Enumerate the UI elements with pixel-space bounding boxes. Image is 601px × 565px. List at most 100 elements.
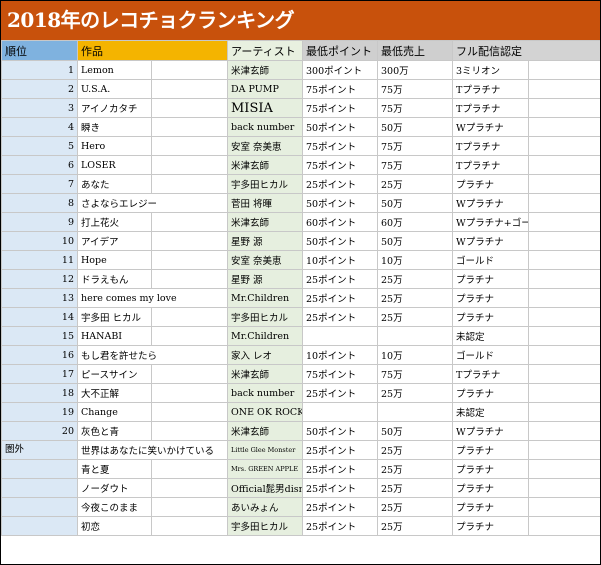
rank-cell: 16 [1, 345, 78, 365]
artist-cell: 宇多田ヒカル [227, 174, 303, 194]
rank-cell: 20 [1, 421, 78, 441]
cert-cell: プラチナ [452, 269, 529, 289]
rank-cell: 14 [1, 307, 78, 327]
table-row: 青と夏 Mrs. GREEN APPLE 25ポイント 25万 プラチナ [1, 459, 600, 479]
table-row: 10 アイデア 星野 源 50ポイント 50万 Wプラチナ [1, 231, 600, 251]
work-extra-cell [151, 250, 228, 270]
work-cell: 灰色と青 [77, 421, 152, 441]
table-row: 19 Change ONE OK ROCK 未認定 [1, 402, 600, 422]
points-cell: 25ポイント [302, 174, 378, 194]
cert-cell: プラチナ [452, 516, 529, 536]
cert-cell: Wプラチナ [452, 193, 529, 213]
work-extra-cell [151, 516, 228, 536]
artist-cell: 米津玄師 [227, 212, 303, 232]
artist-cell: Little Glee Monster [227, 440, 303, 460]
work-cell: ピースサイン [77, 364, 152, 384]
work-cell: 打上花火 [77, 212, 152, 232]
cert-extra-cell [528, 250, 600, 270]
cert-extra-cell [528, 98, 600, 118]
points-cell: 25ポイント [302, 478, 378, 498]
rank-cell: 8 [1, 193, 78, 213]
header-rank: 順位 [1, 40, 78, 61]
artist-cell: 家入 レオ [227, 345, 303, 365]
work-extra-cell [151, 269, 228, 289]
rank-cell [1, 497, 78, 517]
cert-extra-cell [528, 136, 600, 156]
points-cell: 25ポイント [302, 497, 378, 517]
artist-cell: 安室 奈美恵 [227, 250, 303, 270]
header-row: 順位 作品 アーティスト 最低ポイント 最低売上 フル配信認定 [1, 40, 600, 61]
work-extra-cell [151, 231, 228, 251]
artist-cell: 星野 源 [227, 269, 303, 289]
points-cell [302, 402, 378, 422]
artist-cell: 菅田 将暉 [227, 193, 303, 213]
points-cell: 25ポイント [302, 516, 378, 536]
points-cell: 50ポイント [302, 193, 378, 213]
cert-cell: プラチナ [452, 307, 529, 327]
table-row: 11 Hope 安室 奈美恵 10ポイント 10万 ゴールド [1, 250, 600, 270]
sales-cell: 75万 [377, 155, 453, 175]
artist-cell: 米津玄師 [227, 60, 303, 80]
sales-cell: 25万 [377, 478, 453, 498]
rank-cell: 1 [1, 60, 78, 80]
work-cell: ドラえもん [77, 269, 152, 289]
work-extra-cell [151, 79, 228, 99]
cert-cell: 未認定 [452, 402, 529, 422]
artist-cell: Mrs. GREEN APPLE [227, 459, 303, 479]
sales-cell: 25万 [377, 516, 453, 536]
cert-cell: 未認定 [452, 326, 529, 346]
table-row: ノーダウト Official髭男dism 25ポイント 25万 プラチナ [1, 478, 600, 498]
work-cell: U.S.A. [77, 79, 152, 99]
cert-cell: ゴールド [452, 250, 529, 270]
sales-cell: 75万 [377, 364, 453, 384]
cert-cell: プラチナ [452, 497, 529, 517]
artist-cell: 宇多田ヒカル [227, 307, 303, 327]
sales-cell: 25万 [377, 459, 453, 479]
points-cell: 300ポイント [302, 60, 378, 80]
work-cell: 青と夏 [77, 459, 152, 479]
work-cell: ノーダウト [77, 478, 152, 498]
header-artist: アーティスト [227, 40, 303, 61]
sales-cell: 50万 [377, 421, 453, 441]
work-cell: HANABI [77, 326, 152, 346]
artist-cell: DA PUMP [227, 79, 303, 99]
points-cell: 50ポイント [302, 117, 378, 137]
sales-cell: 10万 [377, 250, 453, 270]
rank-cell: 2 [1, 79, 78, 99]
points-cell: 50ポイント [302, 421, 378, 441]
sales-cell: 10万 [377, 345, 453, 365]
work-extra-cell [151, 307, 228, 327]
cert-cell: プラチナ [452, 459, 529, 479]
points-cell: 10ポイント [302, 345, 378, 365]
work-extra-cell [151, 136, 228, 156]
cert-extra-cell [528, 117, 600, 137]
artist-cell: Mr.Children [227, 288, 303, 308]
sales-cell: 300万 [377, 60, 453, 80]
table-row: 今夜このまま あいみょん 25ポイント 25万 プラチナ [1, 497, 600, 517]
artist-cell: ONE OK ROCK [227, 402, 303, 422]
work-extra-cell [151, 402, 228, 422]
cert-cell: Tプラチナ [452, 136, 529, 156]
table-row: 20 灰色と青 米津玄師 50ポイント 50万 Wプラチナ [1, 421, 600, 441]
work-extra-cell [151, 478, 228, 498]
artist-cell: 宇多田ヒカル [227, 516, 303, 536]
work-extra-cell [151, 326, 228, 346]
work-cell: アイデア [77, 231, 152, 251]
work-cell: 宇多田 ヒカル [77, 307, 152, 327]
cert-extra-cell [528, 307, 600, 327]
artist-cell: 米津玄師 [227, 155, 303, 175]
points-cell: 25ポイント [302, 307, 378, 327]
rank-cell: 15 [1, 326, 78, 346]
work-cell: here comes my love [77, 288, 228, 308]
work-extra-cell [151, 117, 228, 137]
points-cell: 25ポイント [302, 288, 378, 308]
rank-cell: 13 [1, 288, 78, 308]
artist-cell: MISIA [227, 98, 303, 118]
work-extra-cell [151, 497, 228, 517]
header-min-sales: 最低売上 [377, 40, 453, 61]
cert-extra-cell [528, 402, 600, 422]
cert-cell: Wプラチナ [452, 231, 529, 251]
cert-cell: プラチナ [452, 174, 529, 194]
rank-cell: 11 [1, 250, 78, 270]
cert-cell: Tプラチナ [452, 79, 529, 99]
